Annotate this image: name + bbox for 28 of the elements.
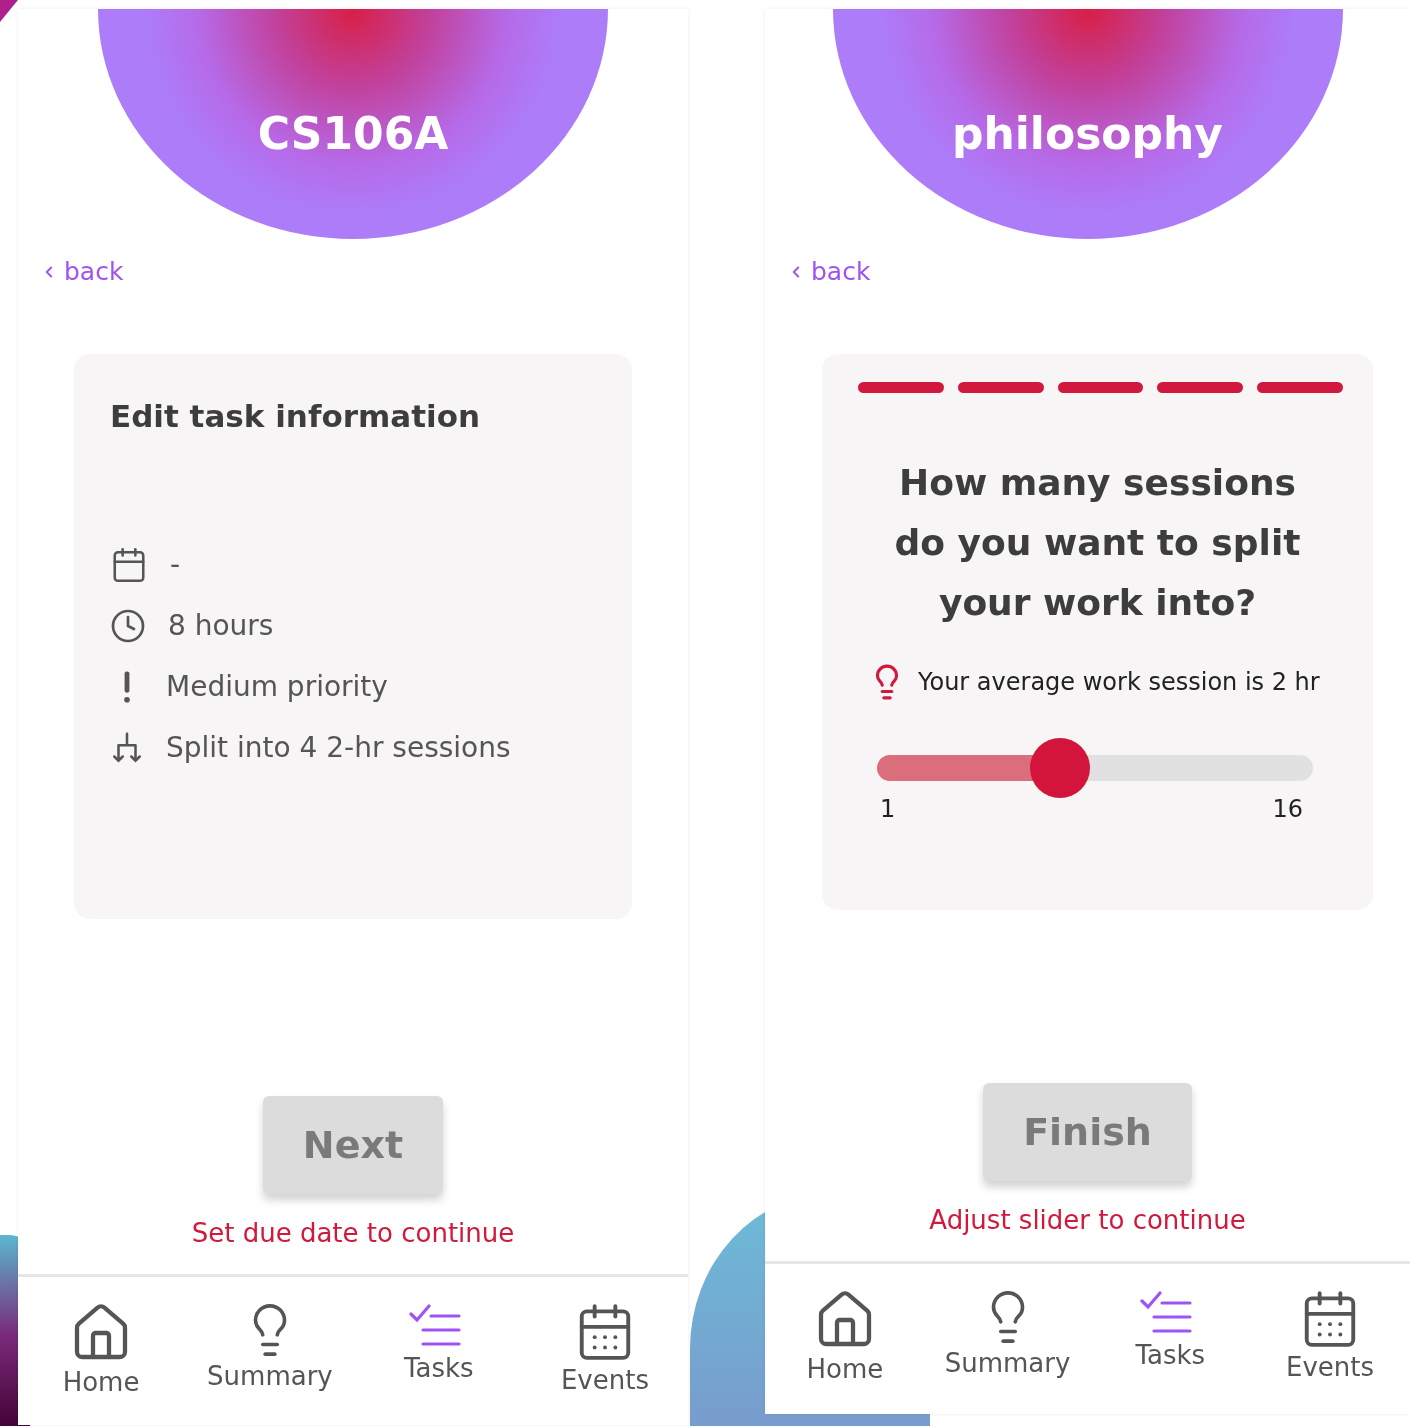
question-text: How many sessions do you want to split your work into? [893,461,1302,625]
nav-tab[interactable]: Events [544,1301,665,1397]
task-detail: Split into 4 2-hr sessions [166,731,511,764]
back-link[interactable]: back [787,257,871,286]
nav-tab[interactable]: Home [41,1301,162,1397]
nav-tab[interactable]: Home [784,1288,905,1384]
nav-tab[interactable]: Events [1270,1288,1391,1384]
hint-text: Set due date to continue [191,1218,515,1248]
nav-tab[interactable]: Summary [944,1288,1071,1384]
nav-tab[interactable]: Tasks [1110,1288,1231,1384]
split-arrows-icon [110,730,144,765]
task-detail: 8 hours [168,609,274,642]
back-link[interactable]: back [40,257,124,286]
corner-shape [0,0,18,22]
course-title: CS106A [257,108,449,159]
nav-tab[interactable]: Tasks [378,1301,499,1397]
tip-text: Your average work session is 2 hr [918,668,1320,696]
slider-max-label: 16 [1272,795,1303,823]
task-detail: Medium priority [166,670,388,703]
course-title: philosophy [951,108,1224,159]
calendar-icon [110,545,148,584]
clock-icon [110,607,146,644]
exclamation-icon [122,669,132,704]
slider-min-label: 1 [880,795,896,823]
hint-text: Adjust slider to continue [929,1205,1246,1235]
task-detail: - [170,548,181,581]
nav-tab[interactable]: Summary [207,1301,333,1397]
card-title: Edit task information [110,398,481,434]
